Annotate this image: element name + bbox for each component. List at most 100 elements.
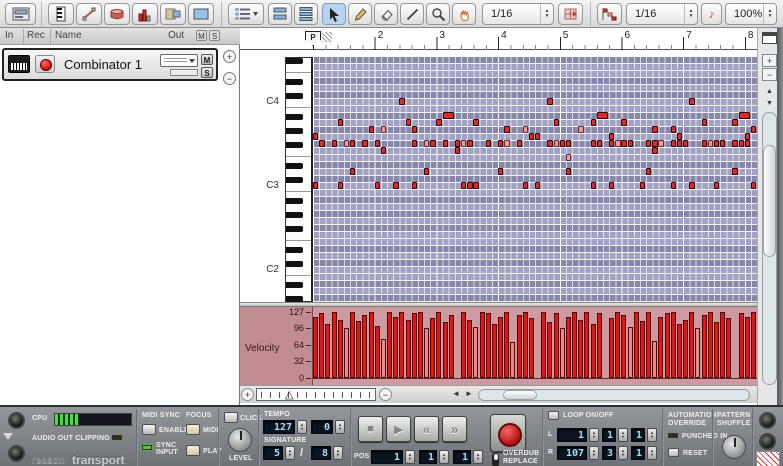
- midi-note[interactable]: [350, 140, 356, 147]
- velocity-bar[interactable]: [374, 326, 380, 378]
- velocity-bar[interactable]: [356, 320, 362, 378]
- expand-lanes-button[interactable]: [268, 3, 292, 25]
- velocity-lane-button[interactable]: [132, 3, 158, 25]
- pos-bar-spinner[interactable]: ▲ ▼: [405, 450, 415, 464]
- note-grid[interactable]: [313, 57, 757, 302]
- velocity-bar[interactable]: [553, 313, 559, 378]
- snap-value-spinner[interactable]: 1/16 ▲ ▼: [482, 3, 554, 25]
- overdub-replace-toggle[interactable]: [492, 453, 499, 466]
- midi-note[interactable]: [442, 112, 455, 119]
- velocity-bar[interactable]: [713, 321, 719, 378]
- midi-note[interactable]: [498, 140, 504, 147]
- pattern-lane-button[interactable]: [160, 3, 186, 25]
- velocity-bar[interactable]: [337, 319, 343, 378]
- midi-note[interactable]: [535, 133, 541, 140]
- midi-note[interactable]: [547, 140, 553, 147]
- scroll-right-button[interactable]: ►: [465, 389, 473, 398]
- midi-note[interactable]: [750, 182, 757, 189]
- velocity-bar[interactable]: [547, 321, 553, 378]
- midi-note[interactable]: [430, 140, 436, 147]
- velocity-bar[interactable]: [436, 312, 442, 378]
- eraser-tool-button[interactable]: [374, 3, 398, 25]
- velocity-bar[interactable]: [609, 318, 615, 378]
- midi-note[interactable]: [590, 119, 596, 126]
- midi-note[interactable]: [442, 140, 448, 147]
- midi-note[interactable]: [738, 112, 751, 119]
- midi-note[interactable]: [454, 147, 461, 154]
- midi-note[interactable]: [374, 140, 381, 147]
- hand-tool-button[interactable]: [452, 3, 476, 25]
- midi-note[interactable]: [454, 140, 461, 147]
- velocity-bar[interactable]: [652, 340, 658, 378]
- midi-note[interactable]: [411, 140, 418, 147]
- midi-note[interactable]: [473, 119, 479, 126]
- midi-note[interactable]: [639, 182, 646, 189]
- horizontal-scrollbar-thumb[interactable]: [503, 390, 537, 400]
- velocity-bar[interactable]: [627, 327, 633, 378]
- loop-left-sixteenth-spinner[interactable]: ▲ ▼: [647, 428, 657, 442]
- velocity-bar[interactable]: [565, 316, 571, 378]
- velocity-bar[interactable]: [689, 312, 695, 378]
- piano-key-black[interactable]: [286, 163, 303, 169]
- piano-key-black[interactable]: [286, 79, 303, 85]
- tempo-bpm-spinner[interactable]: ▲ ▼: [297, 420, 307, 434]
- pencil-tool-button[interactable]: [348, 3, 372, 25]
- rewind-button[interactable]: «: [414, 416, 439, 442]
- quantize-spinner-arrows[interactable]: ▲ ▼: [684, 4, 697, 24]
- velocity-bar[interactable]: [380, 339, 386, 378]
- midi-note[interactable]: [565, 140, 572, 147]
- detach-window-icon[interactable]: [762, 32, 777, 44]
- midi-note[interactable]: [732, 140, 738, 147]
- scroll-down-button[interactable]: ▼: [762, 98, 777, 110]
- hzoom-out-button[interactable]: −: [379, 388, 392, 401]
- piano-key-black[interactable]: [286, 128, 303, 134]
- velocity-bar[interactable]: [646, 312, 652, 378]
- quantize-notes-button[interactable]: [597, 3, 622, 25]
- velocity-bar[interactable]: [417, 312, 423, 378]
- loop-on-off-button[interactable]: [548, 411, 559, 420]
- piano-key-black[interactable]: [286, 142, 303, 148]
- midi-note[interactable]: [621, 140, 627, 147]
- midi-note[interactable]: [461, 140, 467, 147]
- midi-note[interactable]: [467, 140, 473, 147]
- velocity-bar[interactable]: [491, 323, 497, 378]
- velocity-bar[interactable]: [516, 314, 522, 378]
- midi-note[interactable]: [627, 140, 633, 147]
- velocity-bar[interactable]: [528, 318, 534, 378]
- midi-note[interactable]: [337, 119, 344, 126]
- midi-note[interactable]: [350, 168, 356, 175]
- piano-keyboard[interactable]: [285, 57, 313, 302]
- midi-note[interactable]: [646, 168, 652, 175]
- hzoom-in-button[interactable]: +: [241, 388, 254, 401]
- midi-note[interactable]: [670, 126, 677, 133]
- midi-note[interactable]: [368, 126, 374, 133]
- track-zoom-in-button[interactable]: +: [223, 50, 236, 63]
- focus-midi-button[interactable]: [186, 424, 200, 435]
- midi-note[interactable]: [504, 140, 510, 147]
- velocity-bar[interactable]: [461, 312, 466, 378]
- midi-note[interactable]: [362, 140, 368, 147]
- midi-note[interactable]: [683, 140, 689, 147]
- controller-lane-button[interactable]: [188, 3, 214, 25]
- loop-left-bar-spinner[interactable]: ▲ ▼: [589, 428, 599, 442]
- velocity-bar[interactable]: [350, 312, 355, 378]
- signature-numerator-spinner[interactable]: ▲ ▼: [285, 446, 295, 460]
- midi-note[interactable]: [504, 126, 510, 133]
- track-solo-button[interactable]: S: [201, 67, 213, 78]
- velocity-bar[interactable]: [504, 312, 510, 378]
- selection-tool-button[interactable]: [322, 3, 346, 25]
- midi-note[interactable]: [313, 182, 319, 189]
- midi-note[interactable]: [744, 140, 751, 147]
- midi-note[interactable]: [713, 140, 720, 147]
- velocity-bar[interactable]: [387, 312, 392, 378]
- velocity-bar[interactable]: [664, 313, 670, 378]
- piano-key-black[interactable]: [286, 177, 303, 183]
- play-button[interactable]: ▶: [386, 416, 411, 442]
- loop-right-beat-spinner[interactable]: ▲ ▼: [618, 446, 628, 460]
- pos-beat-spinner[interactable]: ▲ ▼: [439, 450, 449, 464]
- velocity-bar[interactable]: [738, 313, 744, 378]
- midi-note[interactable]: [596, 112, 609, 119]
- midi-note[interactable]: [590, 182, 596, 189]
- velocity-bar[interactable]: [411, 313, 417, 378]
- midi-note[interactable]: [652, 147, 658, 154]
